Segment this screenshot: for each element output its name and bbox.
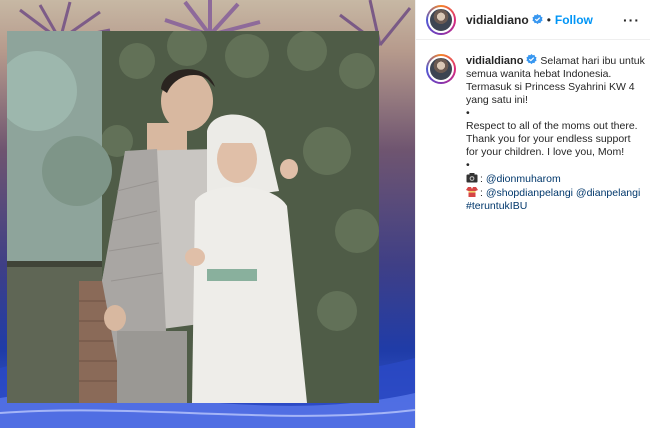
more-options-icon[interactable]: ··· xyxy=(623,13,640,27)
caption-line: Selamat hari ibu untuk xyxy=(540,55,645,67)
caption-avatar[interactable] xyxy=(426,54,456,84)
post-details-pane: vidialdiano • Follow ··· vidialdiano Sel… xyxy=(415,0,650,428)
follow-button[interactable]: Follow xyxy=(555,13,593,27)
header-separator: • xyxy=(546,12,551,27)
avatar-image xyxy=(428,6,454,33)
mention-link[interactable]: @shopdianpelangi xyxy=(486,187,573,199)
post-username[interactable]: vidialdiano xyxy=(466,13,529,27)
mention-link[interactable]: @dianpelangi xyxy=(576,187,640,199)
post-header: vidialdiano • Follow ··· xyxy=(416,0,650,40)
outfit-credit-line: : @shopdianpelangi @dianpelangi xyxy=(466,186,645,200)
caption-bullet: • xyxy=(466,159,470,171)
caption-line: Termasuk si Princess Syahrini KW 4 xyxy=(466,81,635,93)
photo-credit-line: : @dionmuharom xyxy=(466,172,645,186)
verified-badge-icon xyxy=(526,54,538,65)
post-photo[interactable] xyxy=(7,31,379,403)
mention-link[interactable]: @dionmuharom xyxy=(486,173,561,185)
caption-text: vidialdiano Selamat hari ibu untuk semua… xyxy=(466,54,645,213)
caption-line: for your children. I love you, Mom! xyxy=(466,146,625,158)
caption-line: yang satu ini! xyxy=(466,94,528,106)
caption-comment: vidialdiano Selamat hari ibu untuk semua… xyxy=(416,40,650,213)
caption-bullet: • xyxy=(466,107,470,119)
caption-line: semua wanita hebat Indonesia. xyxy=(466,68,612,80)
camera-emoji-icon xyxy=(466,173,478,183)
caption-username[interactable]: vidialdiano xyxy=(466,55,523,67)
caption-line: Thank you for your endless support xyxy=(466,133,631,145)
kimono-emoji-icon xyxy=(466,187,478,197)
profile-avatar[interactable] xyxy=(426,4,456,35)
hashtag-link[interactable]: #teruntukIBU xyxy=(466,200,645,213)
photo-illustration xyxy=(7,31,379,403)
post-media-pane xyxy=(0,0,415,428)
verified-badge-icon xyxy=(532,14,543,25)
avatar-image xyxy=(428,56,454,82)
caption-line: Respect to all of the moms out there. xyxy=(466,120,638,132)
